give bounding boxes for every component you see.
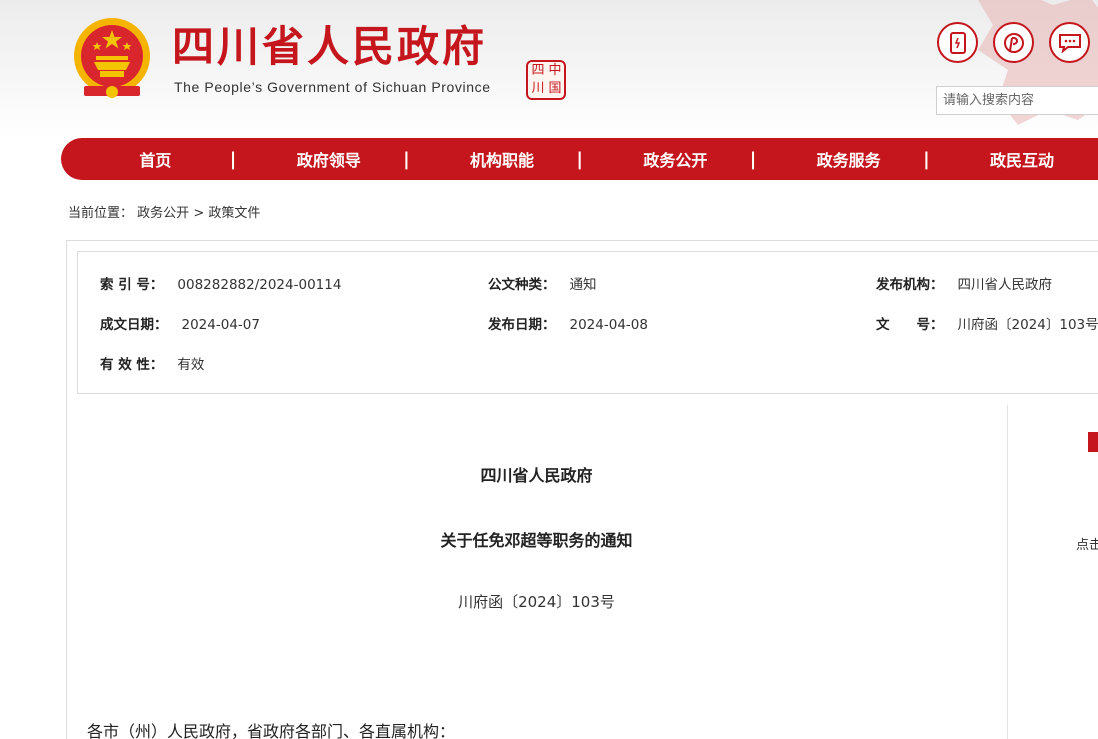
meta-value: 2024-04-07 — [181, 317, 260, 333]
nav-item-interaction[interactable]: 政民互动 | — [948, 147, 1098, 171]
meta-value: 2024-04-08 — [569, 317, 648, 333]
nav-item-services[interactable]: 政务服务 | — [774, 147, 947, 171]
seal-char: 四 — [531, 63, 545, 78]
meta-row: 索 引 号： 008282882/2024-00114 公文种类： 通知 发布机构：… — [78, 273, 1098, 293]
site-title[interactable]: 四川省人民政府 — [172, 22, 487, 72]
nav-separator: | — [229, 148, 237, 170]
meta-validity: 有 效 性： 有效 — [100, 353, 204, 373]
seal-char: 川 — [531, 81, 545, 96]
meta-label: 索 引 号： — [100, 277, 164, 293]
seal-char: 国 — [548, 81, 562, 96]
mobile-icon — [949, 31, 966, 54]
national-emblem-icon[interactable] — [70, 16, 154, 102]
document-number: 川府函〔2024〕103号 — [458, 593, 615, 611]
meta-value: 川府函〔2024〕103号 — [957, 317, 1098, 333]
meta-label: 发布机构： — [876, 277, 944, 293]
nav-separator: | — [403, 148, 410, 170]
meta-label: 有 效 性： — [100, 357, 164, 373]
nav-item-disclosure[interactable]: 政务公开 | — [601, 147, 774, 171]
meta-value: 有效 — [177, 357, 205, 373]
search-input[interactable] — [936, 86, 1098, 115]
content-divider — [1007, 405, 1008, 739]
meta-label: 发布日期： — [488, 317, 556, 333]
meta-index: 索 引 号： 008282882/2024-00114 — [100, 273, 341, 293]
meta-doc-number: 文 号： 川府函〔2024〕103号 — [876, 313, 1098, 333]
pinterest-icon — [1003, 32, 1024, 53]
meta-published-date: 发布日期： 2024-04-08 — [488, 313, 648, 333]
nav-item-functions[interactable]: 机构职能 | — [428, 147, 601, 171]
main-nav: 首页 | 政府领导 | 机构职能 | 政务公开 | 政务服务 | 政民互动 | — [61, 138, 1098, 180]
meta-label: 公文种类： — [488, 277, 556, 293]
nav-item-leaders[interactable]: 政府领导 | — [254, 147, 427, 171]
site-subtitle: The People’s Government of Sichuan Provi… — [174, 79, 491, 95]
message-button[interactable] — [1049, 22, 1090, 63]
meta-label: 文 号： — [876, 317, 944, 333]
nav-item-label: 政务公开 — [643, 151, 708, 170]
document-issuer: 四川省人民政府 — [480, 466, 593, 485]
nav-item-home[interactable]: 首页 | — [81, 147, 254, 171]
nav-item-label: 政府领导 — [296, 151, 361, 170]
nav-item-label: 首页 — [139, 151, 172, 170]
breadcrumb-prefix: 当前位置： — [68, 206, 134, 221]
china-seal-logo: 中 国 四 川 — [526, 60, 566, 100]
nav-item-label: 机构职能 — [470, 151, 535, 170]
nav-item-label: 政务服务 — [816, 151, 881, 170]
breadcrumb-link-disclosure[interactable]: 政务公开 — [137, 206, 189, 221]
message-icon — [1058, 33, 1081, 53]
nav-item-label: 政民互动 — [990, 151, 1055, 170]
nav-separator: | — [749, 148, 757, 170]
seal-char: 中 — [548, 63, 562, 78]
mobile-button[interactable] — [937, 22, 978, 63]
breadcrumb-separator: > — [193, 206, 205, 221]
meta-created-date: 成文日期： 2024-04-07 — [100, 313, 260, 333]
document-greeting: 各市（州）人民政府，省政府各部门、各直属机构： — [87, 722, 456, 739]
breadcrumb-link-policy-docs[interactable]: 政策文件 — [208, 206, 260, 221]
meta-value: 四川省人民政府 — [957, 277, 1053, 293]
pinterest-button[interactable] — [993, 22, 1034, 63]
meta-value: 008282882/2024-00114 — [177, 277, 342, 293]
sidebar-partial-text[interactable]: 点击 — [1076, 534, 1098, 553]
meta-doc-type: 公文种类： 通知 — [488, 273, 597, 293]
meta-row: 成文日期： 2024-04-07 发布日期： 2024-04-08 文 号： 川府函〔… — [78, 313, 1098, 333]
meta-publisher: 发布机构： 四川省人民政府 — [876, 273, 1052, 293]
breadcrumb: 当前位置： 政务公开 > 政策文件 — [68, 202, 260, 221]
site-header: 四川省人民政府 The People’s Government of Sichu… — [0, 0, 1098, 138]
document-meta-box: 索 引 号： 008282882/2024-00114 公文种类： 通知 发布机构：… — [77, 251, 1098, 394]
document-title: 关于任免邓超等职务的通知 — [440, 531, 633, 550]
meta-label: 成文日期： — [100, 317, 168, 333]
nav-separator: | — [576, 148, 583, 170]
header-icon-bar — [937, 22, 1090, 63]
sidebar-red-marker — [1088, 432, 1098, 452]
meta-value: 通知 — [569, 277, 597, 293]
nav-separator: | — [923, 148, 930, 170]
meta-row: 有 效 性： 有效 — [78, 353, 1098, 373]
